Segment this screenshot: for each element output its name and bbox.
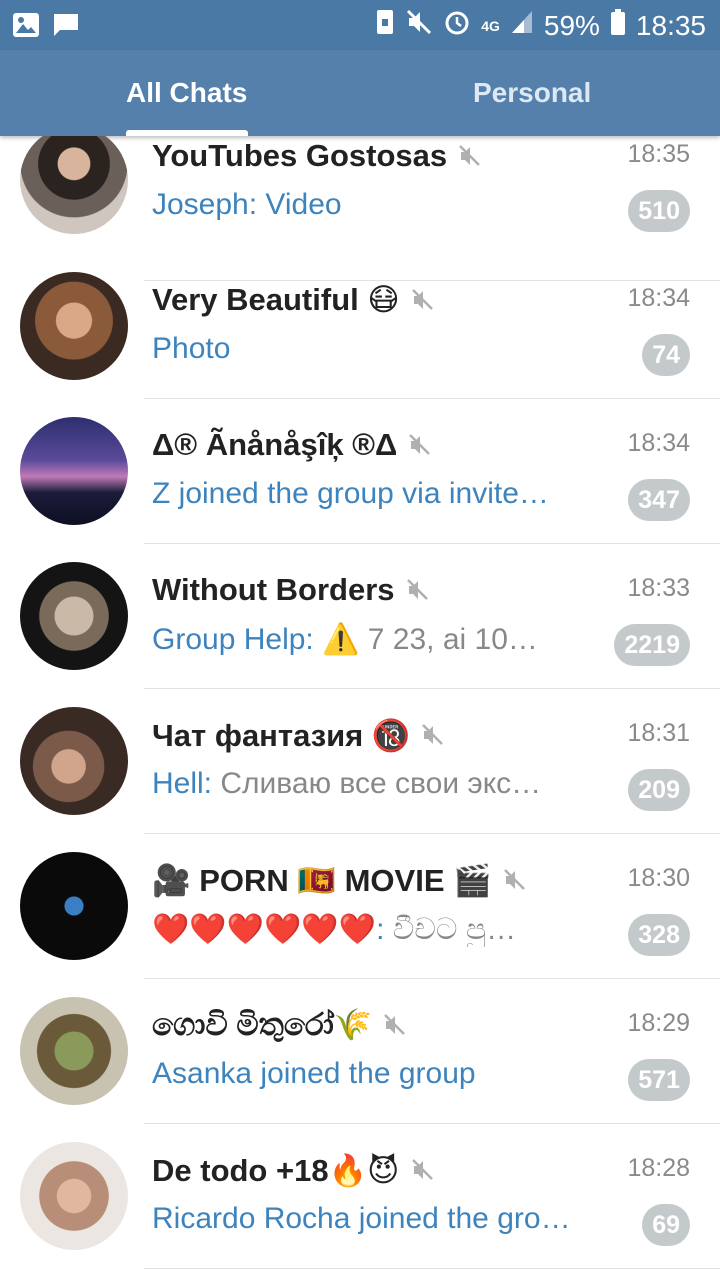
unread-badge: 209 (628, 769, 690, 811)
unread-badge: 347 (628, 479, 690, 521)
chat-row[interactable]: 🎥 PORN 🇱🇰 MOVIE 🎬 18:30 ❤️❤️❤️❤️❤️❤️: වී… (0, 834, 720, 979)
signal-icon (510, 9, 534, 42)
chat-row[interactable]: Δ® Ãnånåşîķ ®Δ 18:34 Z joined the group … (0, 399, 720, 544)
chat-time: 18:35 (627, 140, 690, 168)
chat-avatar (20, 272, 128, 380)
chat-row[interactable]: De todo +18🔥😈 18:28 Ricardo Rocha joined… (0, 1124, 720, 1269)
chat-title: 🎥 PORN 🇱🇰 MOVIE 🎬 (152, 862, 492, 898)
preview-sender: Ricardo Rocha joined the gro… (152, 1202, 571, 1235)
chat-preview: Ricardo Rocha joined the gro… (152, 1202, 582, 1236)
preview-sender: ❤️❤️❤️❤️❤️❤️: (152, 913, 393, 946)
tab-personal[interactable]: Personal (473, 50, 591, 136)
gallery-notification-icon (12, 12, 40, 43)
status-bar: 4G 59% 18:35 (0, 0, 720, 50)
muted-icon (457, 143, 483, 169)
preview-sender: Photo (152, 332, 231, 365)
message-notification-icon (52, 12, 80, 43)
preview-sender: Asanka joined the group (152, 1057, 476, 1090)
chat-folder-tabs: All Chats Personal (0, 50, 720, 136)
chat-title: Чат фантазия 🔞 (152, 717, 411, 753)
preview-sender: Hell: (152, 767, 221, 800)
muted-icon (410, 1157, 436, 1183)
chat-time: 18:29 (627, 1009, 690, 1037)
preview-message: ⚠️ 7 23, ai 10… (322, 623, 538, 656)
muted-icon (410, 287, 436, 313)
preview-sender: Joseph: Video (152, 188, 342, 221)
chat-list: YouTubes Gostosas 18:35 Joseph: Video 51… (0, 136, 720, 1280)
tab-all-chats[interactable]: All Chats (126, 50, 247, 136)
chat-title: Very Beautiful 😷 (152, 282, 400, 317)
muted-icon (502, 867, 528, 893)
chat-row[interactable]: Чат фантазия 🔞 18:31 Hell: Сливаю все св… (0, 689, 720, 834)
chat-title: Without Borders (152, 572, 395, 607)
chat-time: 18:31 (627, 719, 690, 747)
notification-icons (12, 12, 80, 43)
chat-avatar (20, 136, 128, 234)
chat-title: De todo +18🔥😈 (152, 1152, 400, 1188)
unread-badge: 74 (642, 334, 690, 376)
chat-title: ගොවි මිතුරෝ🌾 (152, 1007, 373, 1042)
chat-avatar (20, 417, 128, 525)
unread-badge: 69 (642, 1204, 690, 1246)
chat-row[interactable]: ගොවි මිතුරෝ🌾 18:29 Asanka joined the gro… (0, 979, 720, 1124)
alarm-icon (443, 8, 471, 43)
battery-icon (610, 8, 626, 43)
chat-row[interactable]: Very Beautiful 😷 18:34 Photo 74 (0, 254, 720, 399)
muted-icon (420, 722, 446, 748)
chat-time: 18:28 (627, 1154, 690, 1182)
chat-preview: Photo (152, 332, 582, 366)
muted-icon (405, 577, 431, 603)
chat-row[interactable]: Without Borders 18:33 Group Help: ⚠️ 7 2… (0, 544, 720, 689)
unread-badge: 571 (628, 1059, 690, 1101)
network-type-label: 4G (481, 17, 500, 34)
chat-title: YouTubes Gostosas (152, 138, 448, 173)
chat-preview: Asanka joined the group (152, 1057, 582, 1091)
preview-sender: Group Help: (152, 623, 323, 656)
chat-time: 18:34 (627, 429, 690, 457)
chat-preview: Group Help: ⚠️ 7 23, ai 10… (152, 622, 582, 657)
chat-preview: Hell: Сливаю все свои экс… (152, 767, 582, 801)
chat-avatar (20, 852, 128, 960)
chat-avatar (20, 997, 128, 1105)
muted-icon (382, 1012, 408, 1038)
chat-time: 18:34 (627, 284, 690, 312)
chat-title: Δ® Ãnånåşîķ ®Δ (152, 427, 398, 462)
chat-avatar (20, 1142, 128, 1250)
chat-preview: ❤️❤️❤️❤️❤️❤️: වීචට පු… (152, 912, 582, 947)
preview-message: Сливаю все свои экс… (220, 767, 542, 800)
chat-time: 18:30 (627, 864, 690, 892)
clock: 18:35 (635, 9, 706, 41)
chat-preview: Joseph: Video (152, 188, 582, 222)
unread-badge: 328 (628, 914, 690, 956)
chat-avatar (20, 562, 128, 670)
row-divider (144, 1268, 720, 1269)
unread-badge: 510 (628, 190, 690, 232)
battery-percentage: 59% (543, 9, 600, 41)
preview-sender: Z joined the group via invite… (152, 477, 549, 510)
phone-lock-icon (375, 8, 395, 43)
chat-avatar (20, 707, 128, 815)
chat-time: 18:33 (627, 574, 690, 602)
system-indicators: 4G 59% 18:35 (375, 8, 706, 43)
mute-vibrate-icon (405, 8, 433, 43)
preview-message: වීචට පු… (392, 913, 517, 946)
unread-badge: 2219 (614, 624, 690, 666)
muted-icon (407, 432, 433, 458)
chat-preview: Z joined the group via invite… (152, 477, 582, 511)
